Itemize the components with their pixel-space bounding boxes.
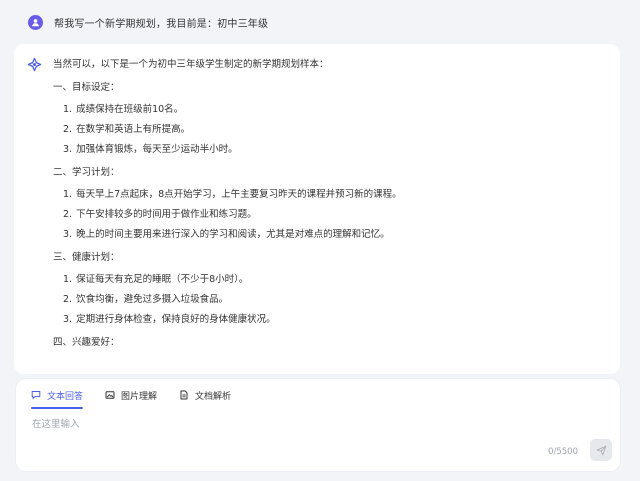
- input-panel: 文本回答 图片理解 文档解析 0/5500: [16, 379, 620, 471]
- plan-section: 二、学习计划： 1. 每天早上7点起床，8点开始学习，上午主要复习昨天的课程并预习…: [53, 165, 600, 243]
- tab-text-answer[interactable]: 文本回答: [31, 387, 84, 409]
- list-item: 3. 定期进行身体检查，保持良好的身体健康状况。: [63, 314, 276, 325]
- prompt-input[interactable]: [30, 413, 574, 435]
- list-item: 3. 加强体育锻炼，每天至少运动半小时。: [63, 144, 238, 155]
- answer-card: 当然可以，以下是一个为初中三年级学生制定的新学期规划样本： 一、目标设定： 1.…: [14, 44, 620, 374]
- user-avatar-icon: [28, 14, 43, 30]
- answer-intro: 当然可以，以下是一个为初中三年级学生制定的新学期规划样本：: [53, 59, 329, 70]
- send-icon: [596, 441, 607, 460]
- answer-content: 当然可以，以下是一个为初中三年级学生制定的新学期规划样本： 一、目标设定： 1.…: [53, 57, 600, 351]
- tab-label: 文本回答: [47, 391, 84, 402]
- section-title: 三、健康计划：: [53, 252, 120, 263]
- document-icon: [179, 390, 189, 400]
- section-title: 四、兴趣爱好：: [53, 337, 120, 348]
- plan-section: 三、健康计划： 1. 保证每天有充足的睡眠（不少于8小时）。 2. 饮食均衡，避免过…: [53, 250, 600, 328]
- character-counter: 0/5500: [548, 447, 578, 457]
- section-title: 二、学习计划：: [53, 167, 120, 178]
- tab-label: 图片理解: [121, 391, 158, 402]
- list-item: 2. 下午安排较多的时间用于做作业和练习题。: [63, 209, 257, 220]
- tab-label: 文档解析: [195, 391, 232, 402]
- plan-section: 一、目标设定： 1. 成绩保持在班级前10名。 2. 在数学和英语上有所提高。 3.…: [53, 80, 600, 158]
- image-icon: [105, 390, 115, 400]
- list-item: 1. 保证每天有充足的睡眠（不少于8小时）。: [63, 274, 249, 285]
- tab-image-understanding[interactable]: 图片理解: [105, 387, 157, 403]
- list-item: 2. 在数学和英语上有所提高。: [63, 124, 191, 135]
- list-item: 1. 每天早上7点起床，8点开始学习，上午主要复习昨天的课程并预习新的课程。: [63, 189, 402, 200]
- list-item: 1. 成绩保持在班级前10名。: [63, 104, 184, 115]
- mode-tabs: 文本回答 图片理解 文档解析: [31, 387, 253, 409]
- plan-section: 四、兴趣爱好：: [53, 335, 600, 351]
- tab-document-parsing[interactable]: 文档解析: [179, 387, 231, 403]
- user-message-text: 帮我写一个新学期规划，我目前是：初中三年级: [54, 18, 269, 30]
- assistant-logo-icon: [27, 57, 42, 72]
- chat-icon: [31, 390, 41, 400]
- send-button[interactable]: [590, 439, 612, 461]
- section-title: 一、目标设定：: [53, 82, 120, 93]
- list-item: 2. 饮食均衡，避免过多摄入垃圾食品。: [63, 294, 229, 305]
- user-message: 帮我写一个新学期规划，我目前是：初中三年级: [28, 12, 268, 32]
- list-item: 3. 晚上的时间主要用来进行深入的学习和阅读，尤其是对难点的理解和记忆。: [63, 229, 390, 240]
